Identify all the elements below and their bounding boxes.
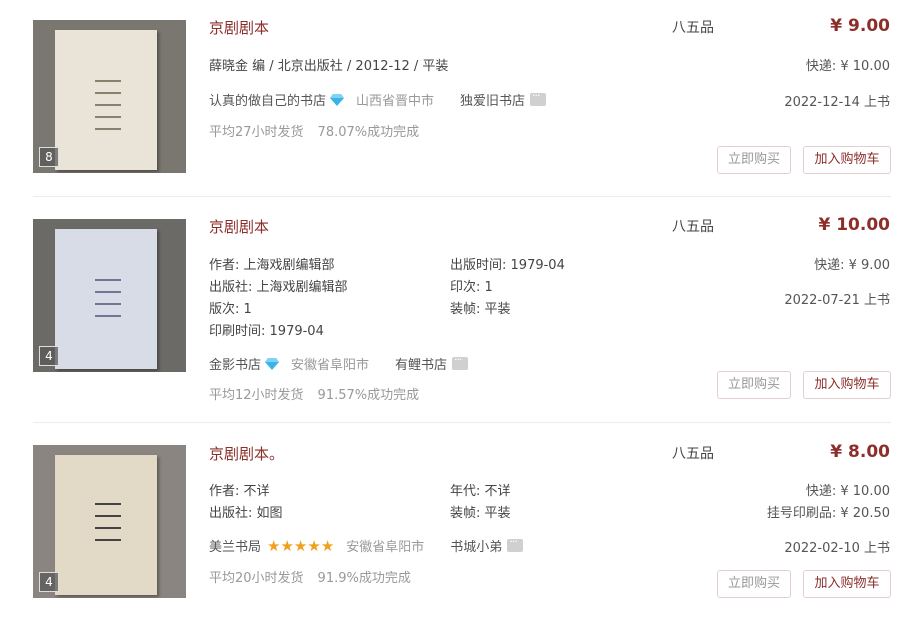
book-thumbnail[interactable]: 4 bbox=[33, 219, 186, 372]
condition-grade: 八五品 bbox=[672, 219, 714, 235]
author-field: 作者: 上海戏剧编辑部 bbox=[209, 258, 335, 273]
star-icon: ★ bbox=[267, 536, 281, 555]
list-item: 4 京剧剧本 八五品 ¥ 10.00 作者: 上海戏剧编辑部 出版时间: 197… bbox=[0, 197, 922, 423]
success-rate: 91.57%成功完成 bbox=[317, 388, 420, 403]
shop-stats: 平均27小时发货 78.07%成功完成 bbox=[209, 121, 419, 140]
shipping-fee: 快递: ¥ 10.00 bbox=[805, 484, 890, 499]
book-thumbnail[interactable]: 8 bbox=[33, 20, 186, 173]
chat-icon[interactable] bbox=[530, 89, 547, 106]
star-icon: ★ bbox=[280, 536, 294, 555]
buy-now-button[interactable]: 立即购买 bbox=[717, 146, 791, 174]
avg-ship-time: 平均12小时发货 bbox=[209, 388, 304, 403]
binding-field: 装帧: 平装 bbox=[450, 506, 511, 521]
shop-location: 山西省晋中市 bbox=[356, 94, 435, 109]
star-icon: ★ bbox=[320, 536, 335, 555]
shop-location: 安徽省阜阳市 bbox=[346, 540, 425, 555]
edition-field: 版次: 1 bbox=[209, 302, 252, 317]
publisher-field: 出版社: 如图 bbox=[209, 506, 283, 521]
registered-mail-fee: 挂号印刷品: ¥ 20.50 bbox=[766, 506, 890, 521]
avg-ship-time: 平均20小时发货 bbox=[209, 571, 304, 586]
shipping-fee: 快递: ¥ 9.00 bbox=[814, 258, 890, 273]
image-count-badge: 4 bbox=[39, 572, 59, 592]
star-icon: ★ bbox=[293, 536, 308, 555]
pub-time-field: 出版时间: 1979-04 bbox=[450, 258, 565, 273]
shop-line: 美兰书局 ★★★★★ 安徽省阜阳市 书城小弟 bbox=[209, 535, 524, 555]
seller-name[interactable]: 有鲤书店 bbox=[395, 354, 447, 373]
book-cover-image bbox=[55, 30, 157, 170]
chat-icon[interactable] bbox=[452, 353, 469, 370]
price: ¥ 9.00 bbox=[830, 16, 890, 36]
item-title[interactable]: 京剧剧本 bbox=[209, 17, 269, 38]
condition-grade: 八五品 bbox=[672, 20, 714, 36]
binding-field: 装帧: 平装 bbox=[450, 302, 511, 317]
diamond-icon bbox=[330, 93, 345, 106]
book-meta: 薛晓金 编 / 北京出版社 / 2012-12 / 平装 bbox=[209, 59, 449, 74]
star-icon: ★ bbox=[307, 536, 321, 555]
image-count-badge: 4 bbox=[39, 346, 59, 366]
print-run-field: 印次: 1 bbox=[450, 280, 493, 295]
list-item: 4 京剧剧本。 八五品 ¥ 8.00 作者: 不详 年代: 不详 出版社: 如图… bbox=[0, 423, 922, 617]
price: ¥ 10.00 bbox=[818, 215, 890, 235]
chat-icon[interactable] bbox=[507, 535, 524, 552]
shop-name[interactable]: 金影书店 bbox=[209, 354, 261, 373]
add-to-cart-button[interactable]: 加入购物车 bbox=[803, 570, 891, 598]
book-thumbnail[interactable]: 4 bbox=[33, 445, 186, 598]
add-to-cart-button[interactable]: 加入购物车 bbox=[803, 146, 891, 174]
shop-stats: 平均12小时发货 91.57%成功完成 bbox=[209, 384, 419, 403]
buy-now-button[interactable]: 立即购买 bbox=[717, 570, 791, 598]
print-time-field: 印刷时间: 1979-04 bbox=[209, 324, 324, 339]
search-result-list: 8 京剧剧本 八五品 ¥ 9.00 薛晓金 编 / 北京出版社 / 2012-1… bbox=[0, 0, 922, 617]
item-title[interactable]: 京剧剧本 bbox=[209, 216, 269, 237]
success-rate: 78.07%成功完成 bbox=[317, 125, 420, 140]
listing-date: 2022-07-21 上书 bbox=[784, 293, 890, 308]
shipping-fee: 快递: ¥ 10.00 bbox=[805, 59, 890, 74]
listing-date: 2022-02-10 上书 bbox=[784, 541, 890, 556]
publisher-field: 出版社: 上海戏剧编辑部 bbox=[209, 280, 348, 295]
shop-name[interactable]: 认真的做自己的书店 bbox=[209, 90, 326, 109]
avg-ship-time: 平均27小时发货 bbox=[209, 125, 304, 140]
seller-name[interactable]: 独爱旧书店 bbox=[460, 90, 525, 109]
shop-location: 安徽省阜阳市 bbox=[291, 358, 370, 373]
listing-date: 2022-12-14 上书 bbox=[784, 95, 890, 110]
image-count-badge: 8 bbox=[39, 147, 59, 167]
star-rating: ★★★★★ bbox=[267, 537, 334, 555]
book-cover-image bbox=[55, 455, 157, 595]
author-field: 作者: 不详 bbox=[209, 484, 270, 499]
buy-now-button[interactable]: 立即购买 bbox=[717, 371, 791, 399]
diamond-icon bbox=[265, 357, 280, 370]
book-cover-image bbox=[55, 229, 157, 369]
shop-line: 认真的做自己的书店 山西省晋中市 独爱旧书店 bbox=[209, 89, 547, 109]
shop-stats: 平均20小时发货 91.9%成功完成 bbox=[209, 567, 411, 586]
condition-grade: 八五品 bbox=[672, 446, 714, 462]
seller-name[interactable]: 书城小弟 bbox=[450, 536, 502, 555]
list-item: 8 京剧剧本 八五品 ¥ 9.00 薛晓金 编 / 北京出版社 / 2012-1… bbox=[0, 0, 922, 197]
price: ¥ 8.00 bbox=[830, 442, 890, 462]
year-field: 年代: 不详 bbox=[450, 484, 511, 499]
shop-name[interactable]: 美兰书局 bbox=[209, 536, 261, 555]
success-rate: 91.9%成功完成 bbox=[317, 571, 411, 586]
item-title[interactable]: 京剧剧本。 bbox=[209, 443, 284, 464]
shop-line: 金影书店 安徽省阜阳市 有鲤书店 bbox=[209, 353, 469, 373]
add-to-cart-button[interactable]: 加入购物车 bbox=[803, 371, 891, 399]
